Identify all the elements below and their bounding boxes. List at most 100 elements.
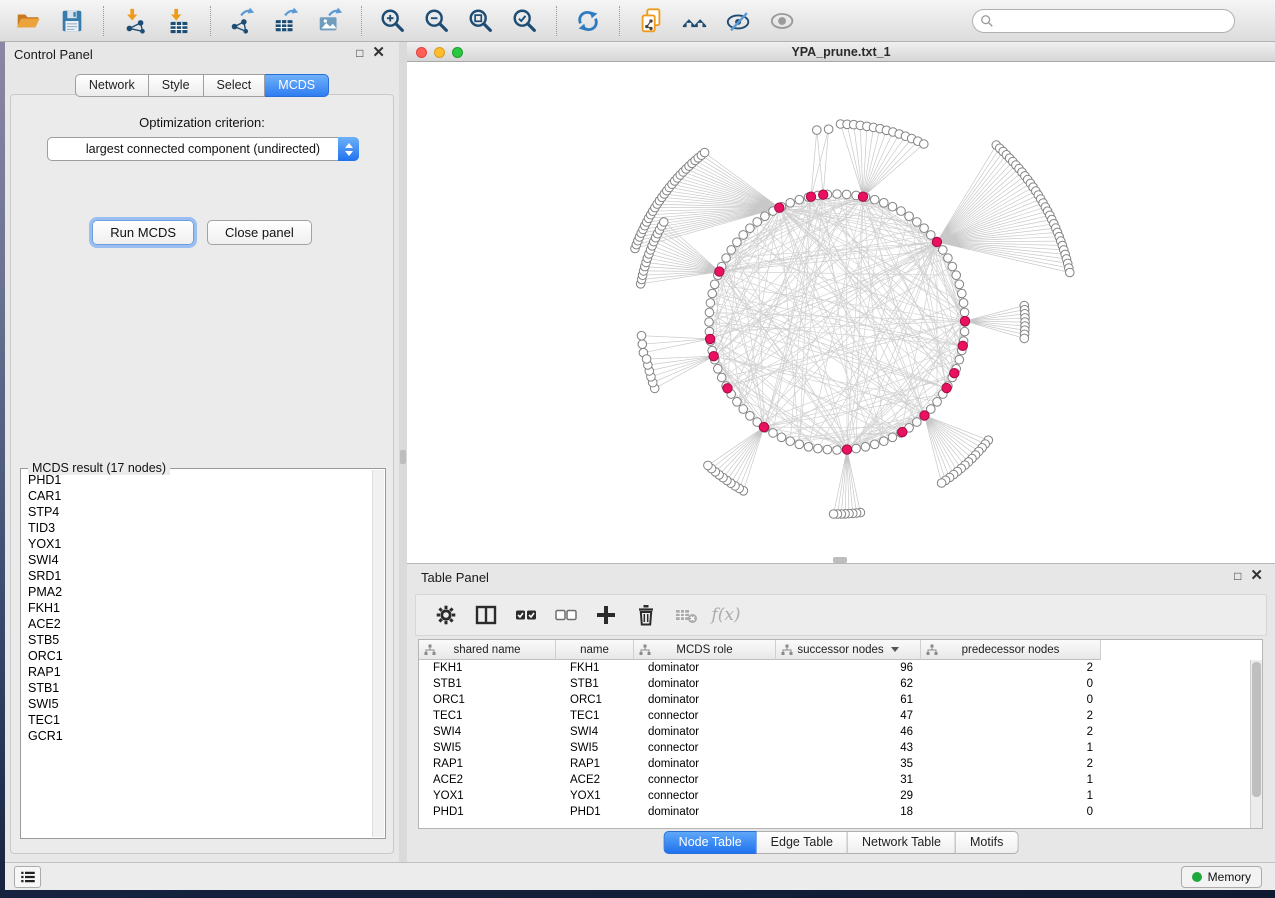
vertical-splitter[interactable] [399, 42, 407, 862]
select-all-icon[interactable] [512, 601, 540, 629]
float-panel-icon[interactable]: □ [356, 45, 363, 61]
copy-network-icon[interactable] [636, 6, 666, 36]
table-row[interactable]: PHD1PHD1dominator180 [419, 804, 1250, 820]
mcds-list-scrollbar[interactable] [372, 470, 384, 837]
cell-name: SWI4 [556, 724, 634, 740]
open-file-icon[interactable] [13, 6, 43, 36]
network-window-titlebar[interactable]: YPA_prune.txt_1 [407, 42, 1275, 62]
delete-selected-icon[interactable] [632, 601, 660, 629]
first-neighbors-icon[interactable] [680, 6, 710, 36]
table-scrollbar[interactable] [1250, 660, 1262, 828]
column-header-MCDS-role[interactable]: MCDS role [634, 640, 776, 660]
optimization-criterion-select[interactable]: largest connected component (undirected) [47, 137, 359, 161]
tab-network-table[interactable]: Network Table [848, 831, 956, 854]
export-table-icon[interactable] [271, 6, 301, 36]
tab-select[interactable]: Select [204, 74, 266, 97]
cell-shared-name: SWI5 [419, 740, 556, 756]
mcds-result-item[interactable]: ORC1 [22, 648, 372, 664]
mcds-result-item[interactable]: PMA2 [22, 584, 372, 600]
column-header-successor-nodes[interactable]: successor nodes [776, 640, 921, 660]
memory-button[interactable]: Memory [1181, 866, 1262, 888]
cell-shared-name: ORC1 [419, 692, 556, 708]
table-row[interactable]: TEC1TEC1connector472 [419, 708, 1250, 724]
horizontal-splitter-handle[interactable] [833, 557, 847, 563]
deselect-all-icon[interactable] [552, 601, 580, 629]
tab-edge-table[interactable]: Edge Table [757, 831, 848, 854]
mcds-result-item[interactable]: SWI5 [22, 696, 372, 712]
cell-MCDS-role: dominator [634, 692, 776, 708]
task-history-button[interactable] [14, 866, 41, 888]
search-icon [980, 14, 994, 28]
close-panel-icon[interactable]: ✕ [372, 45, 385, 61]
run-mcds-button[interactable]: Run MCDS [92, 220, 194, 245]
float-table-panel-icon[interactable]: □ [1234, 568, 1241, 584]
cell-shared-name: YOX1 [419, 788, 556, 804]
export-network-icon[interactable] [227, 6, 257, 36]
cell-shared-name: STB1 [419, 676, 556, 692]
mcds-result-item[interactable]: RAP1 [22, 664, 372, 680]
hide-selected-icon[interactable] [724, 6, 754, 36]
cell-MCDS-role: dominator [634, 676, 776, 692]
tab-node-table[interactable]: Node Table [664, 831, 757, 854]
table-row[interactable]: ORC1ORC1dominator610 [419, 692, 1250, 708]
toolbar-group [623, 0, 811, 41]
mcds-result-item[interactable]: SWI4 [22, 552, 372, 568]
mcds-result-item[interactable]: FKH1 [22, 600, 372, 616]
tab-mcds[interactable]: MCDS [265, 74, 329, 97]
network-canvas[interactable] [407, 62, 1275, 563]
mcds-result-item[interactable]: CAR1 [22, 488, 372, 504]
save-session-icon[interactable] [57, 6, 87, 36]
apply-layout-icon[interactable] [573, 6, 603, 36]
column-header-shared-name[interactable]: shared name [419, 640, 556, 660]
import-network-icon[interactable] [120, 6, 150, 36]
zoom-in-icon[interactable] [378, 6, 408, 36]
close-table-panel-icon[interactable]: ✕ [1250, 568, 1263, 584]
memory-status-icon [1192, 872, 1202, 882]
cell-successor-nodes: 18 [776, 804, 921, 820]
cell-shared-name: FKH1 [419, 660, 556, 676]
memory-label: Memory [1208, 870, 1251, 884]
table-row[interactable]: STB1STB1dominator620 [419, 676, 1250, 692]
mcds-result-item[interactable]: STB1 [22, 680, 372, 696]
tab-motifs[interactable]: Motifs [956, 831, 1018, 854]
table-row[interactable]: SWI5SWI5connector431 [419, 740, 1250, 756]
network-graph[interactable] [407, 62, 1275, 563]
mcds-result-item[interactable]: ACE2 [22, 616, 372, 632]
optimization-criterion-value: largest connected component (undirected) [86, 142, 320, 156]
column-layout-icon[interactable] [472, 601, 500, 629]
add-row-icon[interactable] [592, 601, 620, 629]
zoom-out-icon[interactable] [422, 6, 452, 36]
mcds-result-item[interactable]: GCR1 [22, 728, 372, 744]
cell-MCDS-role: dominator [634, 756, 776, 772]
table-row[interactable]: YOX1YOX1connector291 [419, 788, 1250, 804]
table-row[interactable]: FKH1FKH1dominator962 [419, 660, 1250, 676]
mcds-result-item[interactable]: PHD1 [22, 472, 372, 488]
mcds-result-item[interactable]: SRD1 [22, 568, 372, 584]
zoom-fit-icon[interactable] [466, 6, 496, 36]
tab-style[interactable]: Style [149, 74, 204, 97]
export-image-icon[interactable] [315, 6, 345, 36]
table-row[interactable]: RAP1RAP1dominator352 [419, 756, 1250, 772]
table-row[interactable]: SWI4SWI4dominator462 [419, 724, 1250, 740]
column-header-predecessor-nodes[interactable]: predecessor nodes [921, 640, 1101, 660]
mcds-result-list[interactable]: PHD1CAR1STP4TID3YOX1SWI4SRD1PMA2FKH1ACE2… [22, 472, 372, 837]
search-input[interactable] [994, 12, 1234, 30]
mcds-result-item[interactable]: STP4 [22, 504, 372, 520]
import-table-icon[interactable] [164, 6, 194, 36]
cell-name: TEC1 [556, 708, 634, 724]
mcds-result-item[interactable]: STB5 [22, 632, 372, 648]
search-box[interactable] [972, 9, 1235, 33]
table-settings-icon[interactable] [432, 601, 460, 629]
cell-predecessor-nodes: 0 [921, 692, 1101, 708]
cell-successor-nodes: 61 [776, 692, 921, 708]
column-header-name[interactable]: name [556, 640, 634, 660]
mcds-result-item[interactable]: TEC1 [22, 712, 372, 728]
mcds-result-item[interactable]: YOX1 [22, 536, 372, 552]
network-window-title: YPA_prune.txt_1 [407, 45, 1275, 59]
cell-name: STB1 [556, 676, 634, 692]
zoom-selected-icon[interactable] [510, 6, 540, 36]
mcds-result-item[interactable]: TID3 [22, 520, 372, 536]
close-panel-button[interactable]: Close panel [207, 220, 312, 245]
table-row[interactable]: ACE2ACE2connector311 [419, 772, 1250, 788]
tab-network[interactable]: Network [75, 74, 149, 97]
